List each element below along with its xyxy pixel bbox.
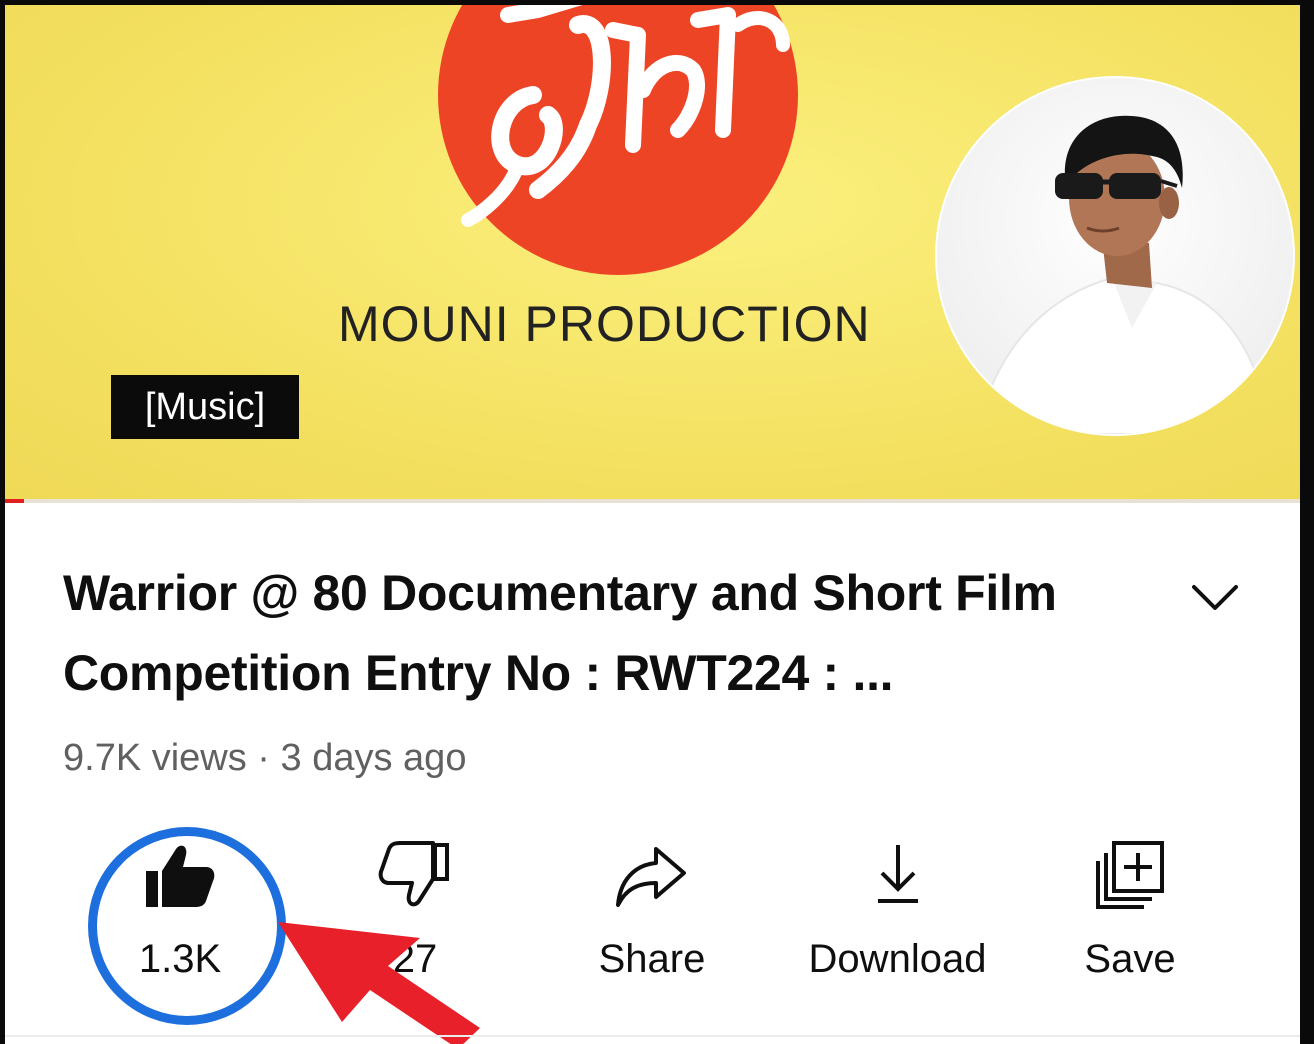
view-count: 9.7K views <box>63 737 247 779</box>
video-progress-fill <box>5 499 25 503</box>
chevron-down-icon[interactable] <box>1188 577 1242 617</box>
share-button[interactable]: Share <box>577 835 727 982</box>
like-highlight-circle <box>88 827 286 1025</box>
channel-avatar-photo <box>937 78 1293 434</box>
brand-name: MOUNI PRODUCTION <box>338 296 871 352</box>
video-meta: 9.7K views · 3 days ago <box>63 737 466 780</box>
video-progress-bar[interactable] <box>5 499 1300 503</box>
video-player[interactable]: MOUNI PRODUCTION [Music] <box>5 5 1300 499</box>
playlist-add-icon <box>1096 841 1164 909</box>
pointer-arrow-annotation <box>278 922 480 1044</box>
download-label: Download <box>808 937 987 981</box>
video-title[interactable]: Warrior @ 80 Documentary and Short Film … <box>63 553 1143 713</box>
app-frame: MOUNI PRODUCTION [Music] Warrior @ 80 Do… <box>5 5 1300 1044</box>
brand-logo-script <box>461 5 790 227</box>
closed-caption: [Music] <box>111 375 299 439</box>
save-button[interactable]: Save <box>1065 835 1195 982</box>
download-icon <box>877 845 918 903</box>
upload-age: 3 days ago <box>280 737 467 779</box>
download-button[interactable]: Download <box>785 835 1010 982</box>
share-label: Share <box>598 937 706 981</box>
thumb-down-icon <box>378 841 449 907</box>
meta-separator: · <box>246 737 281 779</box>
share-arrow-icon <box>616 847 686 907</box>
section-divider <box>5 1035 1300 1037</box>
save-label: Save <box>1084 937 1176 981</box>
